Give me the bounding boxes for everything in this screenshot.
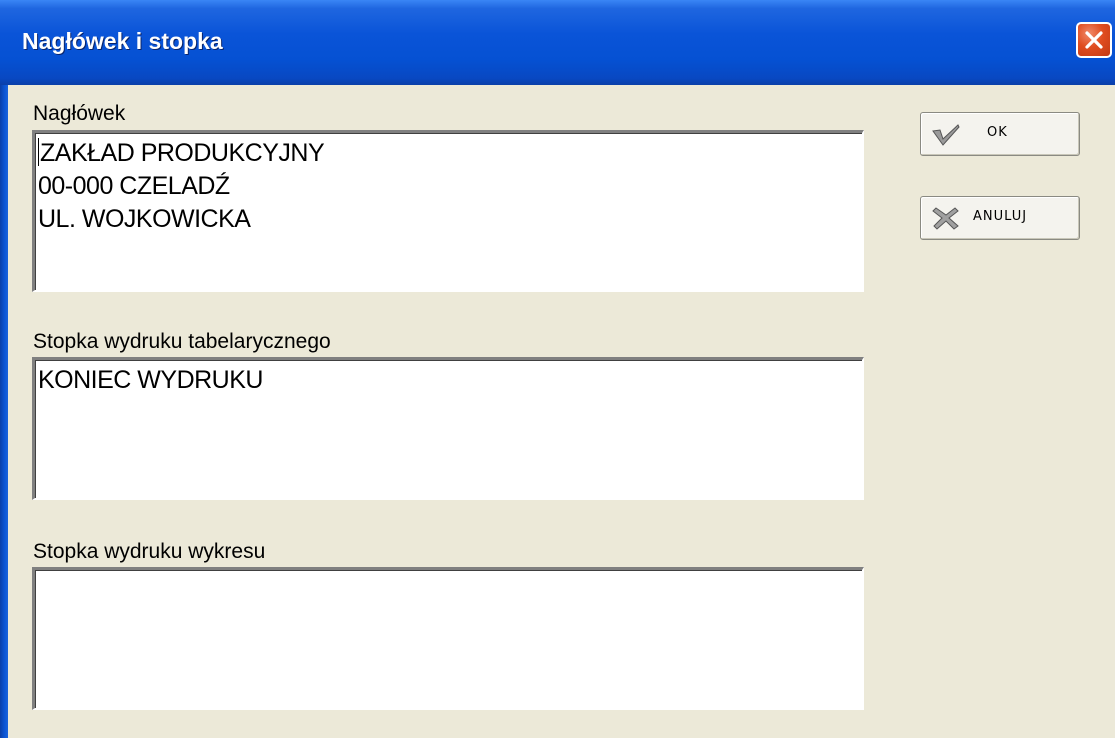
chart-footer-textarea[interactable] [32,567,864,710]
close-button[interactable] [1076,22,1112,58]
title-bar[interactable]: Nagłówek i stopka [0,0,1115,85]
header-label: Nagłówek [33,102,126,125]
table-footer-textarea[interactable]: KONIEC WYDRUKU [32,357,864,500]
header-line-3: UL. WOJKOWICKA [38,205,251,233]
window-title: Nagłówek i stopka [22,28,223,54]
header-textarea[interactable]: ZAKŁAD PRODUKCYJNY 00-000 CZELADŹ UL. WO… [32,130,864,292]
header-line-1: ZAKŁAD PRODUKCYJNY [38,138,325,167]
window-frame-left [0,85,8,738]
ok-button[interactable]: OK [920,112,1080,156]
cancel-label: ANULUJ [973,209,1028,224]
checkmark-icon [932,124,960,146]
close-icon [1085,31,1103,49]
chart-footer-label: Stopka wydruku wykresu [33,540,266,563]
cancel-button[interactable]: ANULUJ [920,196,1080,240]
header-line-2: 00-000 CZELADŹ [38,172,230,200]
dialog-window: Nagłówek i stopka Nagłówek ZAKŁAD PRODUK… [0,0,1115,738]
table-footer-label: Stopka wydruku tabelarycznego [33,330,331,353]
table-footer-line-1: KONIEC WYDRUKU [38,366,263,394]
ok-label: OK [987,125,1008,140]
text-caret [38,138,39,166]
x-mark-icon [932,207,959,230]
